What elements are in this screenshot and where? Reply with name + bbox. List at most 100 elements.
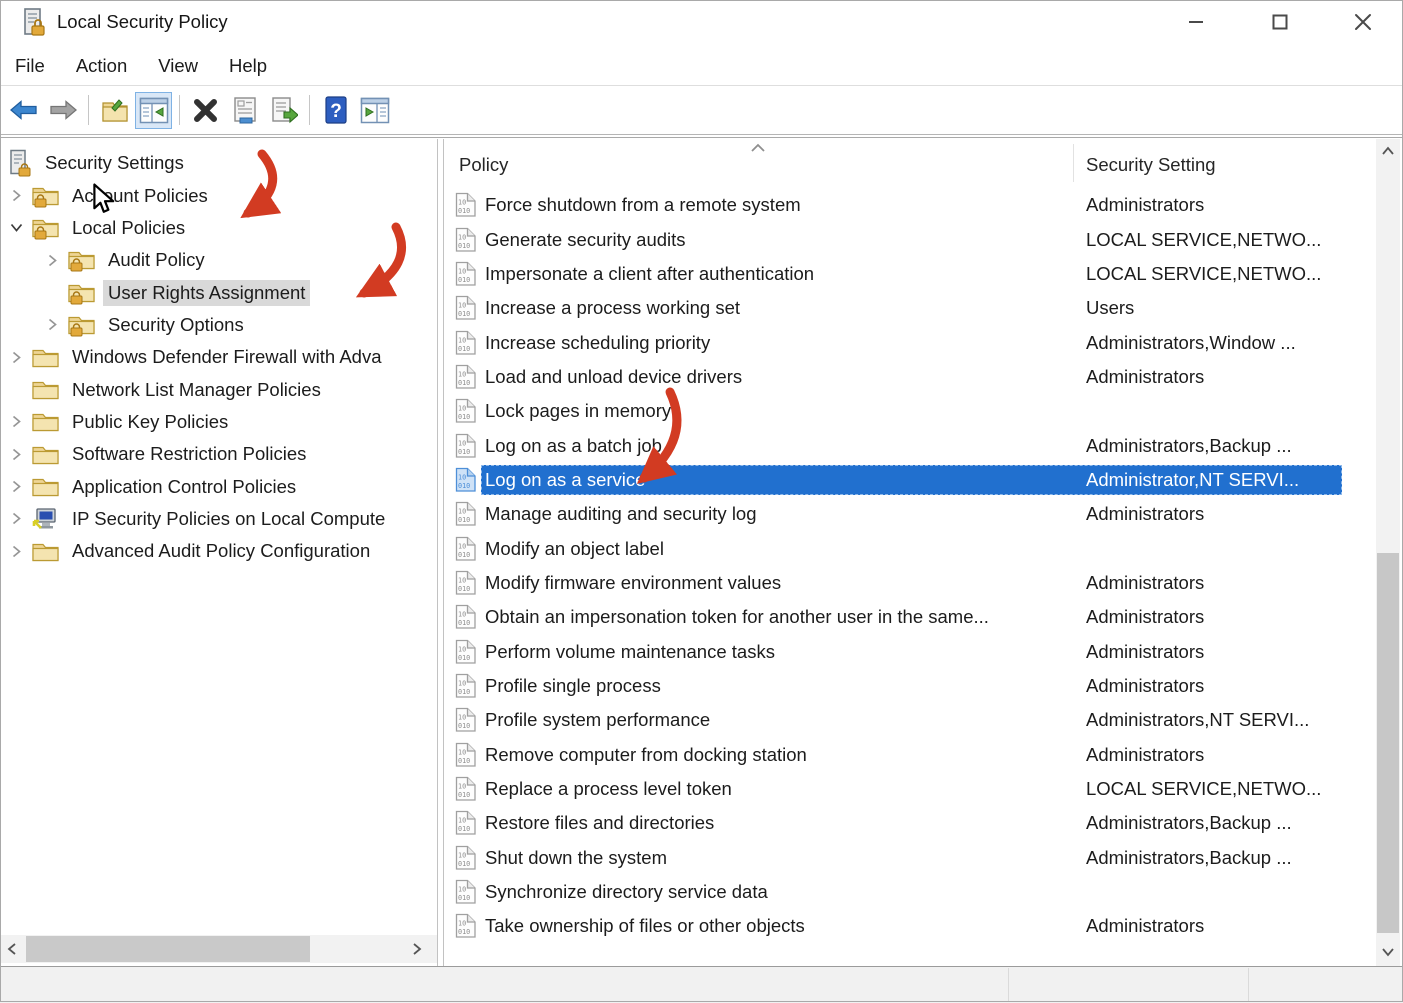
- policy-row-remove-computer-from-docking-station[interactable]: 10 010 Remove computer from docking statio…: [444, 738, 1398, 772]
- folder-icon: [32, 410, 59, 433]
- policy-row-force-shutdown-from-a-remote-system[interactable]: 10 010 Force shutdown from a remote system…: [444, 188, 1398, 222]
- policy-row-increase-a-process-working-set[interactable]: 10 010 Increase a process working set Users: [444, 291, 1398, 325]
- svg-text:010: 010: [458, 379, 470, 387]
- policy-row-log-on-as-a-service[interactable]: 10 010 Log on as a service Administrator,NT…: [444, 463, 1398, 497]
- chevron-right-icon[interactable]: [42, 317, 62, 332]
- tree-item-audit-policy[interactable]: Audit Policy: [0, 244, 437, 276]
- svg-text:10: 10: [458, 267, 466, 275]
- tree-item-advanced-audit-policy-configuration[interactable]: Advanced Audit Policy Configuration: [0, 535, 437, 567]
- policy-row-profile-single-process[interactable]: 10 010 Profile single process Administrator…: [444, 669, 1398, 703]
- forward-arrow-icon: [49, 100, 77, 120]
- tree-item-account-policies[interactable]: Account Policies: [0, 179, 437, 211]
- policy-row-restore-files-and-directories[interactable]: 10 010 Restore files and directories Admini…: [444, 806, 1398, 840]
- policy-row-profile-system-performance[interactable]: 10 010 Profile system performance Administr…: [444, 703, 1398, 737]
- scroll-right-icon[interactable]: [405, 935, 429, 963]
- chevron-right-icon[interactable]: [6, 479, 26, 494]
- export-list-button[interactable]: [265, 92, 302, 129]
- policy-row-load-and-unload-device-drivers[interactable]: 10 010 Load and unload device drivers Admin…: [444, 360, 1398, 394]
- policy-doc-icon: 10 010: [455, 913, 477, 939]
- tree-horizontal-scrollbar[interactable]: [0, 935, 437, 963]
- chevron-right-icon[interactable]: [6, 544, 26, 559]
- tree-item-windows-defender-firewall-with-adva[interactable]: Windows Defender Firewall with Adva: [0, 341, 437, 373]
- show-hide-action-pane-icon: [360, 97, 389, 123]
- show-hide-console-tree-button[interactable]: [135, 91, 172, 129]
- policy-row-generate-security-audits[interactable]: 10 010 Generate security audits LOCAL SERVI…: [444, 222, 1398, 256]
- policy-row-obtain-an-impersonation-token-for-anothe[interactable]: 10 010 Obtain an impersonation token for a…: [444, 600, 1398, 634]
- list-scrollbar-thumb[interactable]: [1377, 553, 1399, 933]
- chevron-right-icon[interactable]: [42, 253, 62, 268]
- policy-row-modify-firmware-environment-values[interactable]: 10 010 Modify firmware environment values A…: [444, 566, 1398, 600]
- policy-row-replace-a-process-level-token[interactable]: 10 010 Replace a process level token LOCAL …: [444, 772, 1398, 806]
- folder-lock-icon: [68, 281, 95, 305]
- policy-row-impersonate-a-client-after-authenticatio[interactable]: 10 010 Impersonate a client after authenti…: [444, 257, 1398, 291]
- security-setting-value: Administrators,Backup ...: [1086, 434, 1292, 456]
- list-vertical-scrollbar[interactable]: [1376, 139, 1400, 966]
- tree-item-network-list-manager-policies[interactable]: Network List Manager Policies: [0, 373, 437, 405]
- tree-item-ip-security-policies-on-local-compute[interactable]: IP Security Policies on Local Compute: [0, 503, 437, 535]
- security-setting-value: Administrators: [1086, 674, 1205, 696]
- tree-item-application-control-policies[interactable]: Application Control Policies: [0, 470, 437, 502]
- menu-action[interactable]: Action: [76, 55, 127, 77]
- column-divider[interactable]: [1073, 144, 1074, 182]
- tree-item-software-restriction-policies[interactable]: Software Restriction Policies: [0, 438, 437, 470]
- tree-item-label: Application Control Policies: [72, 475, 297, 497]
- policy-name: Shut down the system: [485, 846, 668, 868]
- tree-scrollbar-thumb[interactable]: [26, 936, 310, 962]
- folder-lock-icon: [68, 248, 95, 272]
- policy-row-manage-auditing-and-security-log[interactable]: 10 010 Manage auditing and security log Adm…: [444, 497, 1398, 531]
- show-hide-action-pane-button[interactable]: [356, 92, 393, 129]
- tree-item-security-options[interactable]: Security Options: [0, 309, 437, 341]
- menu-help[interactable]: Help: [229, 55, 267, 77]
- scroll-down-icon[interactable]: [1376, 940, 1400, 964]
- folder-icon: [32, 378, 59, 401]
- chevron-down-icon[interactable]: [6, 222, 26, 233]
- menu-bar: File Action View Help: [0, 46, 1403, 85]
- delete-button[interactable]: [187, 92, 224, 129]
- policy-doc-icon: 10 010: [455, 467, 477, 493]
- chevron-right-icon[interactable]: [6, 511, 26, 526]
- properties-button[interactable]: [226, 92, 263, 129]
- security-setting-value: Administrators,Window ...: [1086, 331, 1296, 353]
- policy-row-perform-volume-maintenance-tasks[interactable]: 10 010 Perform volume maintenance tasks Adm…: [444, 634, 1398, 668]
- console-window-button[interactable]: [96, 92, 133, 129]
- tree-item-local-policies[interactable]: Local Policies: [0, 212, 437, 244]
- menu-view[interactable]: View: [158, 55, 198, 77]
- policy-row-take-ownership-of-files-or-other-objects[interactable]: 10 010 Take ownership of files or other ob…: [444, 909, 1398, 943]
- policy-row-lock-pages-in-memory[interactable]: 10 010 Lock pages in memory: [444, 394, 1398, 428]
- policy-row-modify-an-object-label[interactable]: 10 010 Modify an object label: [444, 531, 1398, 565]
- svg-text:010: 010: [458, 928, 470, 936]
- chevron-right-icon[interactable]: [6, 188, 26, 203]
- svg-text:010: 010: [458, 482, 470, 490]
- toolbar-separator: [179, 95, 180, 125]
- security-setting-value: Administrators: [1086, 194, 1205, 216]
- tree-item-security-settings[interactable]: Security Settings: [0, 147, 437, 179]
- security-setting-value: Users: [1086, 297, 1135, 319]
- column-header-security-setting[interactable]: Security Setting: [1086, 154, 1216, 176]
- tree-item-user-rights-assignment[interactable]: User Rights Assignment: [0, 276, 437, 308]
- chevron-right-icon[interactable]: [6, 350, 26, 365]
- policy-row-log-on-as-a-batch-job[interactable]: 10 010 Log on as a batch job Administrators…: [444, 428, 1398, 462]
- forward-button[interactable]: [44, 92, 81, 129]
- menu-file[interactable]: File: [15, 55, 45, 77]
- policy-row-synchronize-directory-service-data[interactable]: 10 010 Synchronize directory service data: [444, 875, 1398, 909]
- maximize-button[interactable]: [1257, 2, 1303, 42]
- scroll-up-icon[interactable]: [1376, 139, 1400, 163]
- policy-doc-icon: 10 010: [455, 639, 477, 665]
- close-button[interactable]: [1340, 2, 1386, 42]
- svg-text:10: 10: [458, 370, 466, 378]
- chevron-right-icon[interactable]: [6, 447, 26, 462]
- policy-row-shut-down-the-system[interactable]: 10 010 Shut down the system Administrators,…: [444, 841, 1398, 875]
- minimize-button[interactable]: [1173, 2, 1219, 42]
- policy-name: Profile system performance: [485, 709, 711, 731]
- chevron-right-icon[interactable]: [6, 414, 26, 429]
- tree-item-public-key-policies[interactable]: Public Key Policies: [0, 406, 437, 438]
- folder-lock-icon: [68, 313, 95, 337]
- policy-row-increase-scheduling-priority[interactable]: 10 010 Increase scheduling priority Adminis…: [444, 325, 1398, 359]
- window-title: Local Security Policy: [57, 11, 228, 32]
- help-button[interactable]: ?: [317, 92, 354, 129]
- scroll-left-icon[interactable]: [0, 935, 24, 963]
- svg-text:010: 010: [458, 619, 470, 627]
- folder-icon: [32, 540, 59, 563]
- column-header-policy[interactable]: Policy: [459, 154, 508, 176]
- back-button[interactable]: [5, 92, 42, 129]
